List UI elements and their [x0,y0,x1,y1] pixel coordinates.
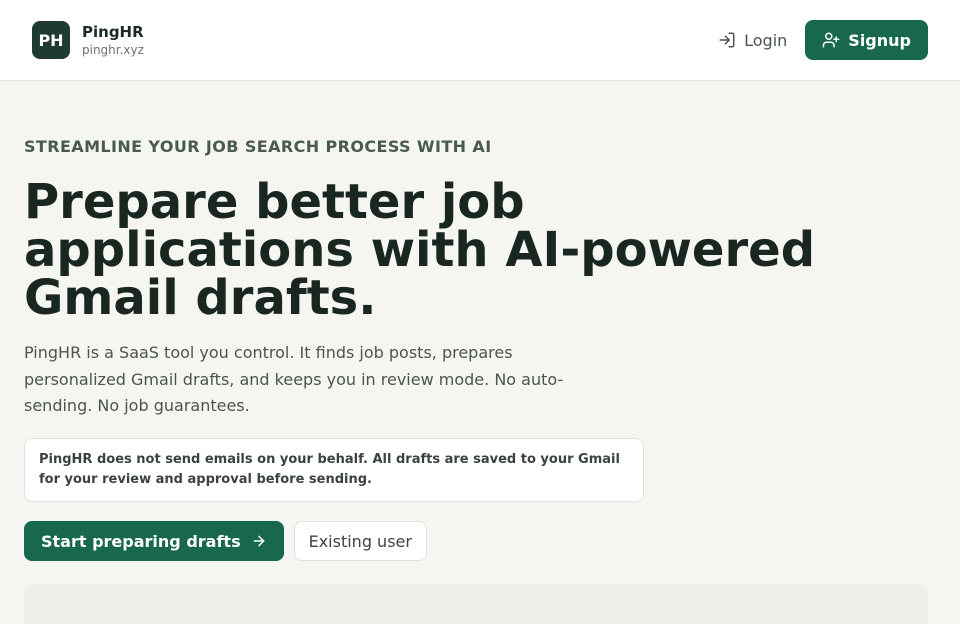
primary-cta-label: Start preparing drafts [41,531,241,551]
signup-button[interactable]: Signup [805,20,928,60]
logo-mark: PH [32,21,70,59]
brand-text: PingHR pinghr.xyz [82,22,144,58]
header-actions: Login Signup [716,20,928,60]
signup-label: Signup [848,30,911,50]
cta-row: Start preparing drafts Existing user [24,521,427,561]
hero-lead: PingHR is a SaaS tool you control. It fi… [24,343,564,415]
start-preparing-drafts-button[interactable]: Start preparing drafts [24,521,284,561]
brand-domain: pinghr.xyz [82,43,144,57]
hero-title: Prepare better job applications with AI-… [24,174,816,326]
login-arrow-icon [718,31,736,49]
hero-eyebrow: STREAMLINE YOUR JOB SEARCH PROCESS WITH … [24,137,492,156]
top-navbar: PH PingHR pinghr.xyz Login Signup [0,0,960,81]
login-button[interactable]: Login [716,23,789,58]
login-label: Login [744,30,788,50]
brand[interactable]: PH PingHR pinghr.xyz [32,21,144,59]
no-auto-send-notice: PingHR does not send emails on your beha… [24,438,644,502]
brand-name: PingHR [82,23,144,41]
below-fold-card [24,584,928,624]
existing-user-button[interactable]: Existing user [293,521,427,561]
user-plus-icon [822,31,840,49]
secondary-cta-label: Existing user [308,531,412,551]
arrow-right-icon [251,533,267,549]
